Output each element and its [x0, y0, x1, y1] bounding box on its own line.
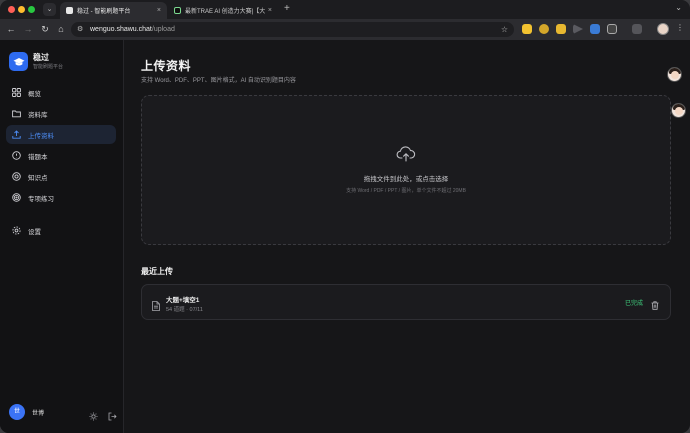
avatar[interactable]: 世 [9, 404, 25, 420]
recent-uploads-title: 最近上传 [141, 267, 173, 276]
dropzone-hint: 支持 Word / PDF / PPT / 图片，单个文件不超过 20MB [346, 188, 466, 194]
brand[interactable]: 稳过 智能刷题平台 [9, 52, 63, 71]
dropzone-text: 拖拽文件到此处，或点击选择 [363, 176, 449, 183]
browser-window: ⌄ 稳过 - 智能刷题平台 × 最新TRAE AI 创造力大赛|【大赛 × + … [0, 0, 690, 433]
sidebar-item-label: 资料库 [28, 111, 48, 119]
home-button[interactable]: ⌂ [55, 23, 67, 35]
close-tab-icon[interactable]: × [268, 7, 272, 14]
url-text: wenguo.shawu.chat/upload [90, 26, 175, 33]
gear-icon [12, 226, 21, 235]
crosshair-icon [12, 193, 21, 202]
sidebar-item-label: 专项练习 [28, 195, 54, 203]
bookmark-star-icon[interactable]: ☆ [501, 22, 508, 37]
logout-icon[interactable] [108, 408, 117, 420]
shield-icon [66, 7, 73, 14]
sidebar-item-upload[interactable]: 上传资料 [6, 125, 116, 144]
target-icon [12, 172, 21, 181]
sidebar-item-label: 错题本 [28, 153, 48, 161]
status-badge: 已完成 [624, 301, 643, 307]
sidebar-nav: 概览 资料库 上传资料 错题本 知识点 专项练习 设置 [6, 83, 116, 242]
upload-title: 大题+填空1 [166, 297, 200, 304]
tab-title: 最新TRAE AI 创造力大赛|【大赛 [185, 9, 265, 15]
extension-icon[interactable] [590, 24, 600, 34]
brand-name: 稳过 [33, 52, 49, 62]
brand-subtitle: 智能刷题平台 [33, 63, 64, 70]
reload-button[interactable]: ↻ [39, 23, 51, 35]
sidebar-item-label: 上传资料 [28, 132, 54, 140]
sidebar-item-mistakes[interactable]: 错题本 [6, 146, 116, 165]
tab-title: 稳过 - 智能刷题平台 [77, 9, 131, 15]
cloud-upload-icon [396, 146, 416, 162]
profile-sync-icon[interactable] [632, 24, 642, 34]
browser-toolbar: ← → ↻ ⌂ ⚙ wenguo.shawu.chat/upload ☆ ⋮ [0, 19, 690, 40]
sidebar-item-label: 概览 [28, 90, 41, 98]
play-icon[interactable] [573, 24, 583, 34]
profile-avatar[interactable] [657, 23, 669, 35]
maximize-window-button[interactable] [28, 6, 35, 13]
tab-strip: ⌄ 稳过 - 智能刷题平台 × 最新TRAE AI 创造力大赛|【大赛 × + … [0, 0, 690, 19]
floating-avatar[interactable] [667, 67, 682, 82]
main-content: 上传资料 支持 Word、PDF、PPT、图片格式，AI 自动识别题目内容 拖拽… [124, 40, 690, 433]
graduation-cap-icon [9, 52, 28, 71]
page-subtitle: 支持 Word、PDF、PPT、图片格式，AI 自动识别题目内容 [141, 78, 296, 84]
list-item[interactable]: 大题+填空1 54 道题 · 07/11 已完成 [141, 284, 671, 320]
user-panel: 世 世博 [9, 402, 117, 422]
forward-button[interactable]: → [22, 23, 34, 35]
chevron-down-icon[interactable]: ⌄ [675, 3, 682, 12]
sidebar-item-overview[interactable]: 概览 [6, 83, 116, 102]
close-window-button[interactable] [8, 6, 15, 13]
upload-icon [12, 130, 21, 139]
floating-avatar[interactable] [671, 103, 686, 118]
site-info-icon[interactable]: ⚙ [77, 25, 86, 34]
upload-meta: 54 道题 · 07/11 [166, 307, 203, 313]
sidebar-item-label: 设置 [28, 228, 41, 236]
sidebar-item-label: 知识点 [28, 174, 48, 182]
sun-icon[interactable] [89, 408, 98, 420]
extension-icon[interactable] [556, 24, 566, 34]
file-icon [152, 298, 160, 311]
sidebar-item-knowledge[interactable]: 知识点 [6, 167, 116, 186]
sidebar-item-settings[interactable]: 设置 [6, 221, 116, 240]
grid-icon [12, 88, 21, 97]
tab-search-button[interactable]: ⌄ [43, 3, 56, 16]
address-bar[interactable]: ⚙ wenguo.shawu.chat/upload ☆ [71, 22, 514, 37]
sidebar-item-library[interactable]: 资料库 [6, 104, 116, 123]
extension-icon[interactable] [522, 24, 532, 34]
new-tab-button[interactable]: + [284, 3, 290, 15]
sidebar: 稳过 智能刷题平台 概览 资料库 上传资料 错题本 知识点 专项练习 设置 世 … [0, 40, 124, 433]
extension-icon[interactable] [539, 24, 549, 34]
trash-icon[interactable] [651, 297, 659, 310]
folder-icon [12, 109, 21, 118]
tab-wenguo[interactable]: 稳过 - 智能刷题平台 × [60, 2, 167, 19]
page-title: 上传资料 [141, 59, 192, 73]
sidebar-item-practice[interactable]: 专项练习 [6, 188, 116, 207]
close-tab-icon[interactable]: × [157, 7, 161, 14]
terminal-icon [174, 7, 181, 14]
puzzle-icon[interactable] [607, 24, 617, 34]
tab-trae[interactable]: 最新TRAE AI 创造力大赛|【大赛 × [168, 2, 278, 19]
user-name: 世博 [32, 410, 45, 417]
page: 稳过 智能刷题平台 概览 资料库 上传资料 错题本 知识点 专项练习 设置 世 … [0, 40, 690, 433]
minimize-window-button[interactable] [18, 6, 25, 13]
back-button[interactable]: ← [5, 23, 17, 35]
file-dropzone[interactable]: 拖拽文件到此处，或点击选择 支持 Word / PDF / PPT / 图片，单… [141, 95, 671, 245]
alert-circle-icon [12, 151, 21, 160]
more-menu-icon[interactable]: ⋮ [676, 23, 684, 32]
